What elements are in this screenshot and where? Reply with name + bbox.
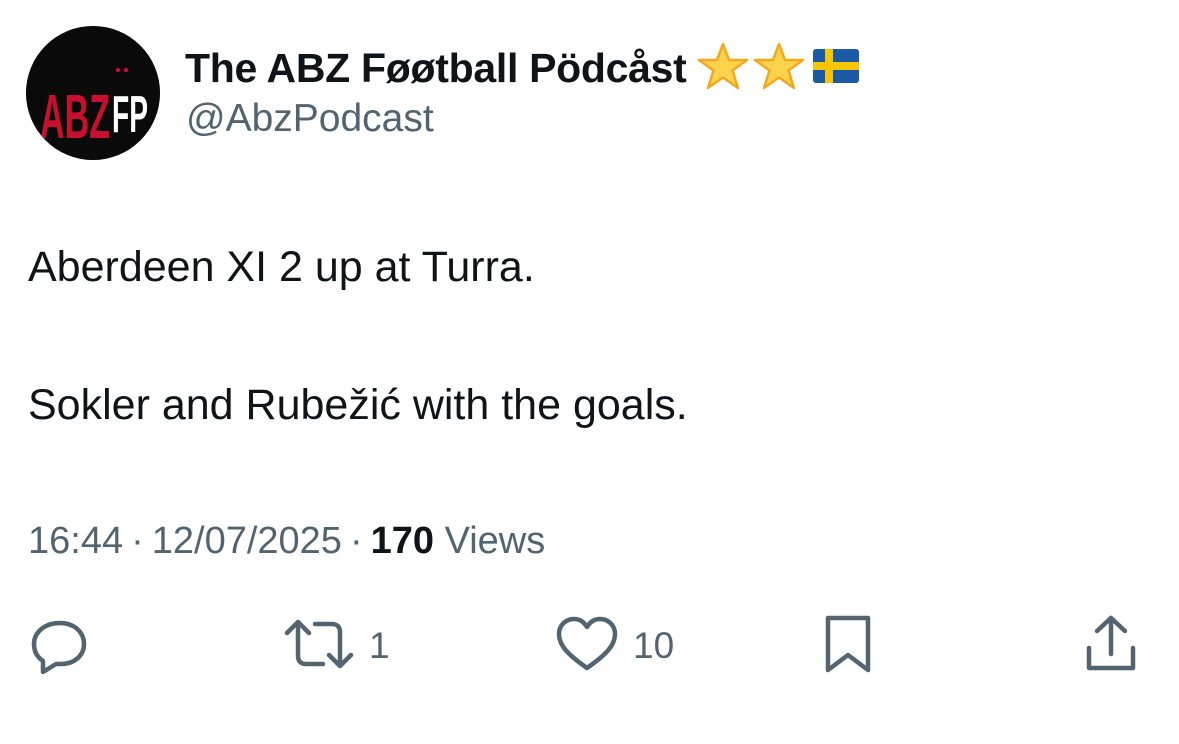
author-handle[interactable]: @AbzPodcast: [186, 97, 434, 141]
star-emoji-icon: [753, 42, 805, 95]
tweet-text-line-2: Sokler and Rubežić with the goals.: [28, 381, 688, 429]
share-icon: [1083, 614, 1139, 679]
avatar-logo-icon: ABZ FP: [26, 26, 160, 160]
tweet-text-line-1: Aberdeen XI 2 up at Turra.: [28, 243, 535, 291]
avatar-text-fp: FP: [112, 86, 148, 144]
tweet-meta: 16:44 · 12/07/2025 · 170 Views: [28, 520, 545, 563]
tweet: ABZ FP The ABZ Føøtball Pödcåst @AbzPodc…: [0, 0, 1179, 744]
avatar[interactable]: ABZ FP: [26, 26, 160, 160]
views-count: 170: [370, 520, 434, 562]
meta-separator: ·: [131, 520, 144, 562]
bookmark-button[interactable]: [823, 615, 873, 676]
author-badges: [697, 42, 863, 95]
author-name-row: The ABZ Føøtball Pödcåst: [185, 40, 863, 96]
meta-separator: ·: [349, 520, 363, 562]
repost-button[interactable]: 1: [283, 616, 390, 676]
like-button[interactable]: 10: [555, 616, 674, 676]
author-display-name[interactable]: The ABZ Føøtball Pödcåst: [185, 45, 687, 92]
tweet-date[interactable]: 12/07/2025: [152, 520, 342, 562]
like-count: 10: [633, 625, 675, 666]
star-emoji-icon: [697, 42, 749, 95]
views-label: Views: [444, 520, 546, 562]
repost-count: 1: [369, 625, 390, 666]
sweden-flag-icon: [812, 48, 859, 88]
heart-icon: [555, 614, 619, 679]
repost-icon: [283, 614, 355, 679]
reply-button[interactable]: [30, 616, 90, 676]
reply-icon: [30, 614, 90, 679]
share-button[interactable]: [1083, 614, 1139, 679]
bookmark-icon: [823, 613, 873, 680]
avatar-text-abz: ABZ: [40, 83, 110, 152]
tweet-time[interactable]: 16:44: [28, 520, 123, 562]
